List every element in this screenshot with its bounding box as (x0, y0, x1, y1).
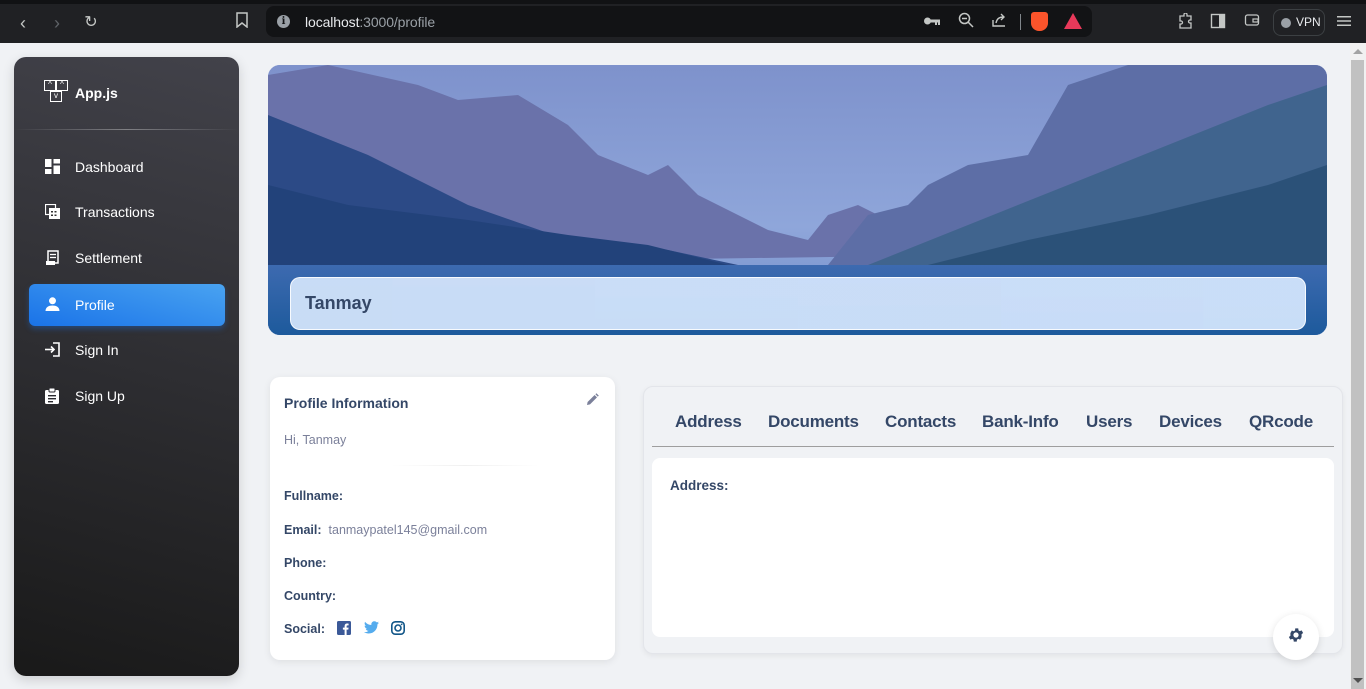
email-value: tanmaypatel145@gmail.com (328, 523, 488, 537)
edit-pencil-icon[interactable] (586, 393, 600, 407)
app-logo-icon: ^ ^ v (44, 80, 70, 106)
twitter-icon[interactable] (364, 621, 379, 635)
gear-icon (1287, 626, 1305, 648)
password-key-icon[interactable] (922, 12, 942, 32)
dashboard-icon (45, 159, 60, 175)
bookmark-icon[interactable] (231, 12, 253, 34)
sidebar-item-label: Dashboard (75, 159, 144, 175)
settings-button[interactable] (1273, 614, 1319, 660)
sidebar-item-label: Profile (75, 297, 115, 313)
greeting-text: Hi, Tanmay (284, 433, 347, 447)
instagram-icon[interactable] (391, 621, 405, 635)
brave-rewards-icon[interactable] (1064, 13, 1082, 29)
person-icon (45, 297, 60, 313)
profile-name: Tanmay (305, 293, 372, 313)
address-label: Address: (670, 478, 729, 493)
zoom-out-icon[interactable] (956, 12, 976, 32)
field-label: Social: (284, 622, 325, 636)
profile-header-banner: Tanmay (268, 65, 1327, 335)
name-card: Tanmay (290, 277, 1306, 330)
browser-toolbar: ‹ › ↻ i localhost:3000/profile VPN (0, 0, 1366, 43)
tab-contacts[interactable]: Contacts (885, 412, 956, 432)
share-icon[interactable] (989, 12, 1009, 32)
social-row: Social: (284, 622, 325, 636)
card-title: Profile Information (284, 395, 409, 411)
tab-qrcode[interactable]: QRcode (1249, 412, 1313, 432)
login-icon (45, 342, 60, 358)
sidebar-item-profile[interactable]: Profile (29, 284, 225, 326)
scrollbar-thumb[interactable] (1351, 60, 1364, 689)
sidebar-item-settlement[interactable]: Settlement (29, 237, 225, 279)
tab-address[interactable]: Address (675, 412, 742, 432)
country-row: Country: (284, 589, 343, 603)
brave-shields-icon[interactable] (1031, 12, 1048, 31)
facebook-icon[interactable] (337, 621, 351, 635)
sidebar-toggle-icon[interactable] (1208, 13, 1228, 33)
forward-button[interactable]: › (46, 12, 68, 34)
menu-icon[interactable] (1334, 13, 1354, 33)
profile-tabs-card: Address Documents Contacts Bank-Info Use… (643, 386, 1343, 654)
field-label: Phone: (284, 556, 327, 570)
tab-bank-info[interactable]: Bank-Info (982, 412, 1059, 432)
brand-name: App.js (75, 85, 118, 101)
sidebar-item-transactions[interactable]: Transactions (29, 191, 225, 233)
sidebar-item-label: Sign In (75, 342, 119, 358)
wallet-icon[interactable] (1242, 13, 1262, 33)
tab-devices[interactable]: Devices (1159, 412, 1222, 432)
assignment-icon (45, 387, 60, 404)
sidebar-item-label: Settlement (75, 250, 142, 266)
sidebar-item-label: Sign Up (75, 388, 125, 404)
page-scrollbar[interactable] (1350, 43, 1366, 689)
field-label: Email: (284, 523, 322, 537)
scroll-up-arrow-icon[interactable] (1353, 49, 1363, 54)
sidebar-item-dashboard[interactable]: Dashboard (29, 146, 225, 188)
site-info-icon[interactable]: i (277, 15, 290, 28)
settlement-receipt-icon (45, 250, 60, 266)
vpn-button[interactable]: VPN (1273, 9, 1325, 36)
profile-information-card: Profile Information Hi, Tanmay Fullname:… (270, 377, 615, 660)
toolbar-divider (1020, 14, 1021, 30)
scroll-down-arrow-icon[interactable] (1353, 678, 1363, 683)
reload-button[interactable]: ↻ (80, 12, 102, 34)
email-row: Email: tanmaypatel145@gmail.com (284, 523, 487, 537)
sidebar-item-sign-up[interactable]: Sign Up (29, 375, 225, 417)
vpn-status-icon (1281, 18, 1291, 28)
sidebar-item-label: Transactions (75, 204, 155, 220)
extensions-icon[interactable] (1176, 12, 1196, 33)
tab-panel-address: Address: (652, 458, 1334, 637)
back-button[interactable]: ‹ (12, 12, 34, 34)
tabs-divider (652, 446, 1334, 447)
fullname-row: Fullname: (284, 489, 350, 503)
receipt-long-icon (44, 203, 60, 220)
brand[interactable]: ^ ^ v App.js (44, 79, 118, 107)
tab-users[interactable]: Users (1086, 412, 1132, 432)
phone-row: Phone: (284, 556, 333, 570)
field-label: Fullname: (284, 489, 344, 503)
sidebar-item-sign-in[interactable]: Sign In (29, 329, 225, 371)
url-text[interactable]: localhost:3000/profile (305, 14, 435, 30)
sidebar: ^ ^ v App.js Dashboard Transactions Sett… (14, 57, 239, 676)
tab-documents[interactable]: Documents (768, 412, 859, 432)
card-divider (390, 465, 540, 466)
field-label: Country: (284, 589, 337, 603)
sidebar-divider (14, 129, 239, 130)
address-bar[interactable]: i localhost:3000/profile (266, 6, 1092, 37)
